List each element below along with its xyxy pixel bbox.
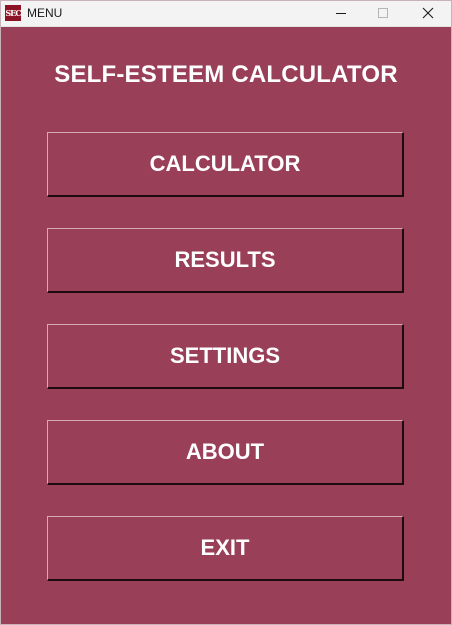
app-window: SEC MENU SELF-ESTEEM CALCULATOR CALCULAT…: [0, 0, 452, 625]
minimize-icon: [336, 13, 346, 14]
maximize-button[interactable]: [361, 1, 405, 26]
close-icon: [422, 7, 434, 19]
window-title: MENU: [27, 6, 63, 20]
results-button[interactable]: RESULTS: [47, 228, 404, 293]
close-button[interactable]: [406, 1, 450, 26]
maximize-icon: [378, 8, 388, 18]
exit-button[interactable]: EXIT: [47, 516, 404, 581]
title-bar[interactable]: SEC MENU: [1, 1, 451, 27]
about-button[interactable]: ABOUT: [47, 420, 404, 485]
menu-panel: SELF-ESTEEM CALCULATOR CALCULATOR RESULT…: [1, 27, 451, 624]
app-logo-icon: SEC: [5, 5, 22, 21]
app-heading: SELF-ESTEEM CALCULATOR: [54, 61, 398, 88]
minimize-button[interactable]: [319, 1, 363, 26]
calculator-button[interactable]: CALCULATOR: [47, 132, 404, 197]
settings-button[interactable]: SETTINGS: [47, 324, 404, 389]
